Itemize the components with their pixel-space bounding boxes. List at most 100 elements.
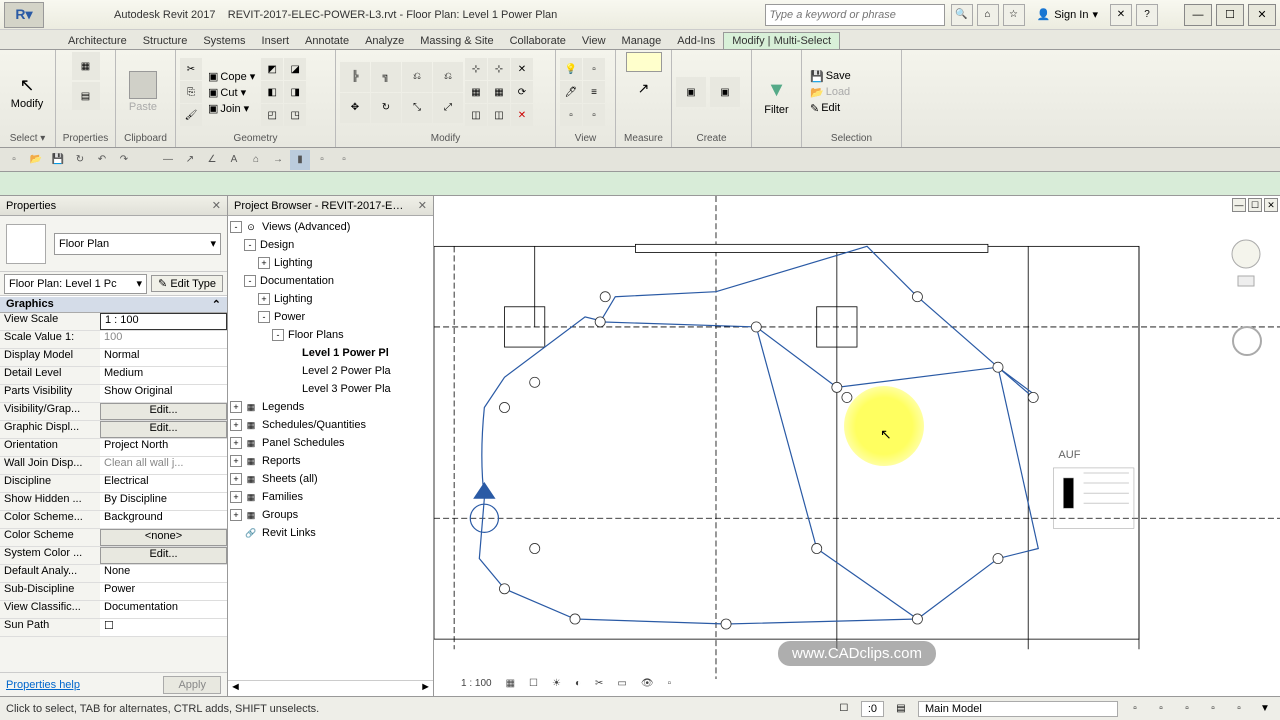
m6[interactable]: ⟳ [511,81,533,103]
select-links-icon[interactable]: ▫ [1126,700,1144,718]
property-row[interactable]: Scale Value 1:100 [0,331,227,349]
measure-aligned-button[interactable] [626,52,662,72]
property-row[interactable]: Visibility/Grap...Edit... [0,403,227,421]
select-pinned-icon[interactable]: ▫ [1178,700,1196,718]
view-scale[interactable]: 1 : 100 [456,677,497,690]
geom6-button[interactable]: ◳ [284,104,306,126]
geom1-button[interactable]: ◩ [261,58,283,80]
help-icon[interactable]: ? [1136,4,1158,26]
filter-status-icon[interactable]: ▼ [1256,700,1274,718]
edit-selection-button[interactable]: ✎Edit [806,101,855,116]
cut-icon[interactable]: ✂ [180,58,202,80]
nav-wheel[interactable] [1232,326,1262,356]
ribbon-tab-view[interactable]: View [574,33,614,49]
sun-path-icon[interactable]: ☀ [547,677,566,690]
qat-thin[interactable]: ▮ [290,150,310,170]
v5[interactable]: ▫ [560,104,582,126]
m8[interactable]: ◫ [488,104,510,126]
v2[interactable]: ▫ [583,58,605,80]
property-row[interactable]: DisciplineElectrical [0,475,227,493]
m2[interactable]: ⊹ [488,58,510,80]
ribbon-tab-manage[interactable]: Manage [614,33,670,49]
v1[interactable]: 💡 [560,58,582,80]
apply-button[interactable]: Apply [163,676,221,694]
m1[interactable]: ⊹ [465,58,487,80]
tree-item[interactable]: +Lighting [230,290,431,308]
copy-icon[interactable]: ⎘ [180,81,202,103]
geom3-button[interactable]: ◧ [261,81,283,103]
tree-item[interactable]: -⊙Views (Advanced) [230,218,431,236]
active-workset[interactable]: :0 [861,701,884,717]
properties-help-link[interactable]: Properties help [6,679,80,691]
tree-item[interactable]: +▦Schedules/Quantities [230,416,431,434]
ribbon-tab-add-ins[interactable]: Add-Ins [669,33,723,49]
create-group-button[interactable]: ▣ [676,77,706,107]
properties-button[interactable]: ▤ [72,82,100,110]
browser-close-button[interactable]: ✕ [418,199,427,212]
property-row[interactable]: Color Scheme<none> [0,529,227,547]
filter-button[interactable]: ▼Filter [756,62,797,134]
editable-only-icon[interactable]: ▤ [892,700,910,718]
tree-item[interactable]: 🔗Revit Links [230,524,431,542]
type-selector[interactable]: Floor Plan▾ [54,233,221,255]
qat-switch[interactable]: ▫ [334,150,354,170]
join-button[interactable]: ▣Join ▾ [204,101,259,116]
ribbon-tab-architecture[interactable]: Architecture [60,33,135,49]
property-row[interactable]: Parts VisibilityShow Original [0,385,227,403]
qat-align[interactable]: ↗ [180,150,200,170]
detail-level-icon[interactable]: ▦ [501,677,520,690]
tree-item[interactable]: +Lighting [230,254,431,272]
v4[interactable]: ≡ [583,81,605,103]
property-row[interactable]: View Classific...Documentation [0,601,227,619]
crop-region-icon[interactable]: ▭ [612,677,631,690]
property-row[interactable]: Display ModelNormal [0,349,227,367]
create-assembly-button[interactable]: ▣ [710,77,740,107]
property-row[interactable]: OrientationProject North [0,439,227,457]
qat-measure[interactable]: — [158,150,178,170]
mirror-draw-button[interactable]: ⎌ [433,62,463,92]
property-row[interactable]: View Scale1 : 100 [0,313,227,331]
ribbon-tab-analyze[interactable]: Analyze [357,33,412,49]
v6[interactable]: ▫ [583,104,605,126]
geom2-button[interactable]: ◪ [284,58,306,80]
qat-close[interactable]: ▫ [312,150,332,170]
split-button[interactable]: ⤢ [433,93,463,123]
property-row[interactable]: Color Scheme...Background [0,511,227,529]
property-row[interactable]: Wall Join Disp...Clean all wall j... [0,457,227,475]
m5[interactable]: ▦ [488,81,510,103]
paste-button[interactable]: Paste [120,56,166,128]
qat-text[interactable]: A [224,150,244,170]
nav-cube[interactable] [1228,236,1264,316]
trim-button[interactable]: ⤡ [402,93,432,123]
minimize-button[interactable]: — [1184,4,1212,26]
reveal-icon[interactable]: ▫ [663,677,677,690]
scroll-left-button[interactable]: ◄ [230,681,241,696]
property-row[interactable]: Sub-DisciplinePower [0,583,227,601]
instance-selector[interactable]: Floor Plan: Level 1 Pc▾ [4,274,147,294]
tree-item[interactable]: Level 3 Power Pla [230,380,431,398]
delete-button[interactable]: ✕ [511,104,533,126]
edit-type-button[interactable]: ✎ Edit Type [151,275,223,292]
ribbon-tab-modify-multi-select[interactable]: Modify | Multi-Select [723,32,840,49]
rotate-button[interactable]: ↻ [371,93,401,123]
select-face-icon[interactable]: ▫ [1204,700,1222,718]
qat-angle[interactable]: ∠ [202,150,222,170]
tree-item[interactable]: -Design [230,236,431,254]
qat-3d[interactable]: ⌂ [246,150,266,170]
properties-close-button[interactable]: ✕ [212,199,221,212]
visual-style-icon[interactable]: ☐ [524,677,543,690]
tree-item[interactable]: +▦Families [230,488,431,506]
property-row[interactable]: Sun Path☐ [0,619,227,637]
match-icon[interactable]: 🖌 [180,104,202,126]
select-underlay-icon[interactable]: ▫ [1152,700,1170,718]
qat-redo[interactable]: ↷ [114,150,134,170]
tree-item[interactable]: +▦Panel Schedules [230,434,431,452]
search-icon[interactable]: 🔍 [951,4,973,26]
shadows-icon[interactable]: ◐ [570,677,586,690]
m7[interactable]: ◫ [465,104,487,126]
property-row[interactable]: Show Hidden ...By Discipline [0,493,227,511]
exchange-icon[interactable]: ✕ [1110,4,1132,26]
qat-open[interactable]: 📂 [26,150,46,170]
modify-tool-button[interactable]: ↖Modify [4,56,50,128]
cut-geom-button[interactable]: ▣Cut ▾ [204,85,259,100]
